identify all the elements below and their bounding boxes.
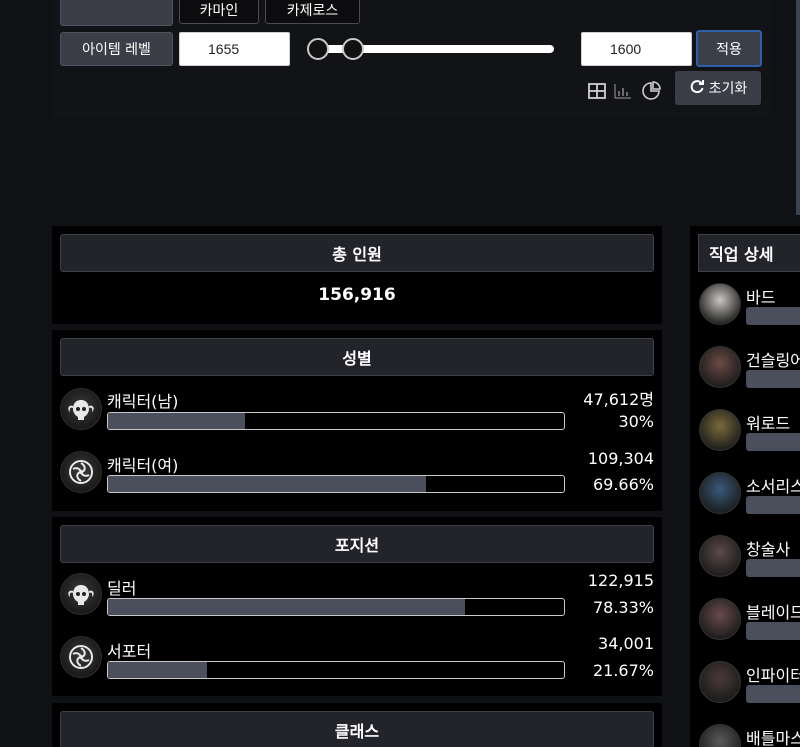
total-value: 156,916 [318,285,396,305]
ram-skull-icon [60,573,102,615]
total-title: 총 인원 [60,234,654,272]
position-support-label: 서포터 [107,642,152,661]
job-avatar [699,598,741,640]
position-support-bar-fill [108,662,207,678]
gender-female-percent: 69.66% [592,475,654,494]
job-avatar [699,346,741,388]
item-level-max-input[interactable]: 1655 [179,32,290,66]
gender-title: 성별 [60,338,654,376]
job-avatar [699,661,741,703]
ram-skull-icon [60,388,102,430]
position-support-count: 34,001 [598,634,654,653]
item-level-label: 아이템 레벨 [60,32,173,66]
position-support-bar [107,661,565,679]
server-tab-kazeros[interactable]: 카제로스 [265,0,360,24]
gender-male-bar [107,412,565,430]
job-bar [746,307,800,325]
job-avatar [699,283,741,325]
slider-handle-left[interactable] [307,38,329,60]
bar-chart-icon[interactable] [614,82,632,100]
job-name: 소서리스 [746,477,800,496]
swirl-emblem-icon [60,636,102,678]
job-avatar [699,409,741,451]
gender-female-bar [107,475,565,493]
job-name: 인파이터 [746,666,800,685]
gender-female-bar-fill [108,476,426,492]
job-bar [746,433,800,451]
reset-label: 초기화 [708,81,748,97]
banner-image-edge [796,0,800,215]
gender-male-count: 47,612명 [583,390,654,409]
position-dealer-count: 122,915 [587,571,654,590]
slider-handle-right[interactable] [342,38,364,60]
empty-filter-button[interactable] [60,0,173,26]
job-avatar [699,472,741,514]
swirl-emblem-icon [60,451,102,493]
position-support-percent: 21.67% [592,661,654,680]
gender-male-label: 캐릭터(남) [107,392,179,411]
job-bar [746,559,800,577]
job-name: 워로드 [746,414,791,433]
position-dealer-bar-fill [108,599,466,615]
job-avatar [699,535,741,577]
gender-female-count: 109,304 [587,449,654,468]
gender-male-percent: 30% [618,412,654,431]
job-name: 바드 [746,288,776,307]
position-title: 포지션 [60,525,654,563]
position-dealer-bar [107,598,565,616]
position-dealer-label: 딜러 [107,579,137,598]
job-name: 블레이드 [746,603,800,622]
apply-button[interactable]: 적용 [696,30,762,67]
pie-chart-icon[interactable] [641,81,661,101]
refresh-icon [689,78,705,98]
job-bar [746,622,800,640]
job-bar [746,685,800,703]
gender-female-label: 캐릭터(여) [107,456,179,475]
item-level-min-input[interactable]: 1600 [581,32,692,66]
class-title: 클래스 [60,711,654,747]
gender-male-bar-fill [108,413,245,429]
job-detail-title: 직업 상세 [698,234,800,272]
job-bar [746,496,800,514]
job-name: 건슬링어 [746,351,800,370]
reset-button[interactable]: 초기화 [675,71,761,105]
job-name: 배틀마스터 [746,729,800,747]
server-tab-kamain[interactable]: 카마인 [179,0,259,24]
job-name: 창술사 [746,540,791,559]
position-dealer-percent: 78.33% [592,598,654,617]
job-bar [746,370,800,388]
table-icon[interactable] [588,82,606,100]
